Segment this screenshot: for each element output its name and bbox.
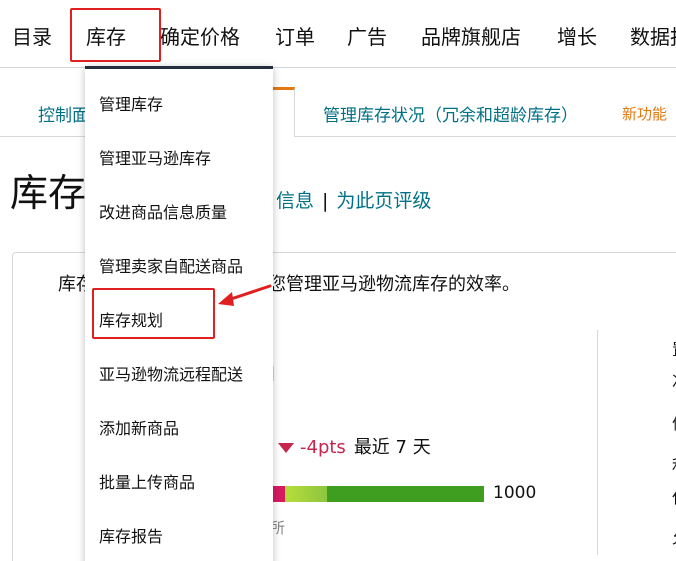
menu-item-improve-listing-quality[interactable]: 改进商品信息质量 <box>99 199 227 223</box>
menu-item-bulk-upload[interactable]: 批量上传商品 <box>99 469 195 493</box>
menu-item-manage-inventory[interactable]: 管理库存 <box>99 91 163 115</box>
nav-growth[interactable]: 增长 <box>557 24 597 50</box>
annotation-arrow-icon <box>218 284 272 306</box>
bar-max-label: 1000 <box>493 483 537 503</box>
tab-dashboard[interactable]: 控制面 <box>38 101 89 126</box>
bar-segment-low <box>272 486 285 502</box>
right-edge-text: 允 <box>672 524 676 548</box>
card-intro-suffix: 您管理亚马逊物流库存的效率。 <box>268 274 520 295</box>
tab-manage-inventory-health[interactable]: 管理库存状况（冗余和超龄库存） <box>323 101 578 126</box>
rate-page-link[interactable]: 为此页评级 <box>336 190 431 212</box>
score-change-row: -4pts 最近 7 天 <box>278 433 431 459</box>
nav-advertising[interactable]: 广告 <box>347 24 387 50</box>
tab-active-indicator <box>270 87 295 137</box>
inventory-planning-highlight-box <box>92 288 215 339</box>
nav-orders[interactable]: 订单 <box>275 24 315 50</box>
score-delta: -4pts <box>300 437 346 458</box>
link-separator: | <box>322 190 329 212</box>
nav-catalog[interactable]: 目录 <box>12 24 52 50</box>
learn-more-link[interactable]: 信息 <box>276 190 314 212</box>
right-edge-text: 仅 <box>672 484 676 508</box>
menu-item-remote-fulfillment[interactable]: 亚马逊物流远程配送 <box>99 361 243 385</box>
heading-links: 信息 | 为此页评级 <box>276 186 431 213</box>
menu-item-inventory-reports[interactable]: 库存报告 <box>99 523 163 547</box>
menu-item-manage-merchant-fulfilled[interactable]: 管理卖家自配送商品 <box>99 253 243 277</box>
nav-pricing[interactable]: 确定价格 <box>160 24 240 50</box>
right-edge-text: 次 <box>672 368 676 392</box>
new-feature-badge: 新功能 <box>622 105 668 123</box>
right-edge-text: 利 <box>672 452 676 476</box>
menu-item-add-product[interactable]: 添加新商品 <box>99 415 179 439</box>
right-edge-text: 信 <box>672 410 676 434</box>
score-period: 最近 7 天 <box>353 437 431 458</box>
right-edge-text: 置 <box>672 336 676 360</box>
bar-segment-mid <box>285 486 327 502</box>
menu-item-manage-fba-inventory[interactable]: 管理亚马逊库存 <box>99 145 211 169</box>
card-column-divider <box>597 330 598 555</box>
nav-inventory-highlight-box <box>70 8 161 62</box>
nav-brand-store[interactable]: 品牌旗舰店 <box>421 24 521 50</box>
nav-data-reports[interactable]: 数据报 <box>630 24 676 50</box>
page-title: 库存 <box>10 171 87 215</box>
score-progress-bar <box>272 486 484 502</box>
down-triangle-icon <box>278 443 294 453</box>
